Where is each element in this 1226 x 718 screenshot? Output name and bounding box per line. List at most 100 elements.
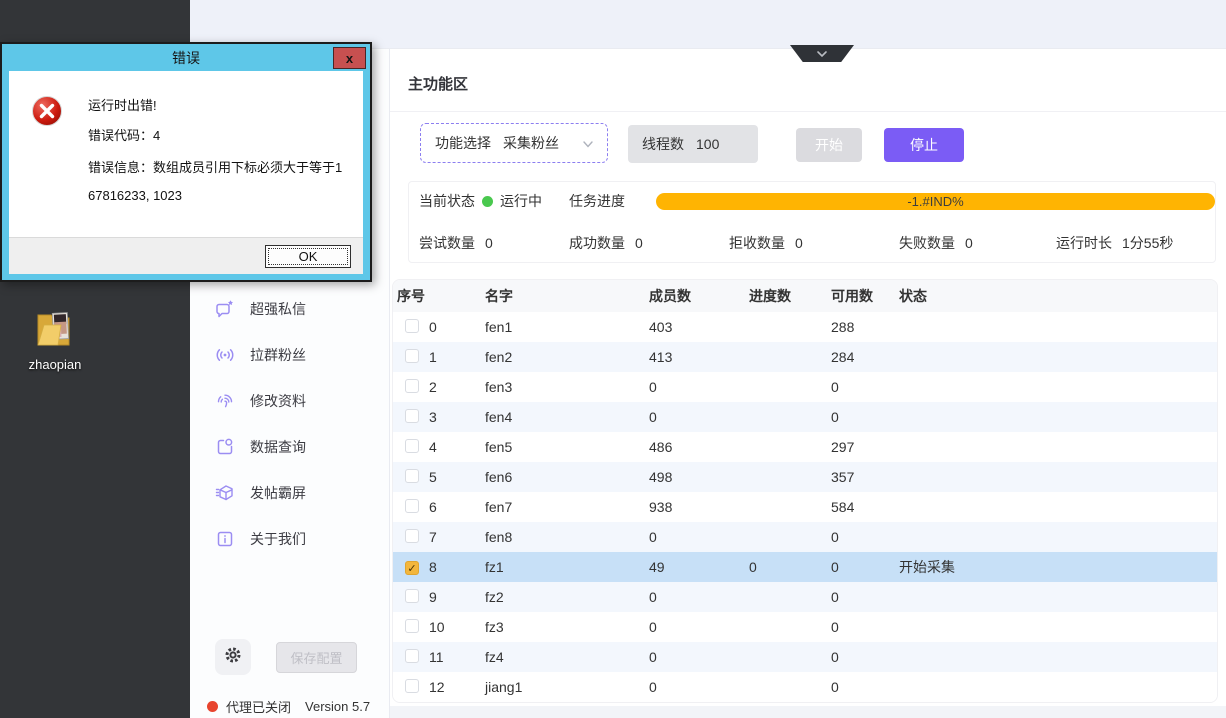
- row-checkbox[interactable]: [405, 439, 419, 453]
- count-value: 0: [635, 235, 643, 251]
- sidebar-item-edit-profile[interactable]: 修改资料: [190, 388, 390, 414]
- row-checkbox[interactable]: [405, 349, 419, 363]
- function-select-dropdown[interactable]: 功能选择 采集粉丝: [420, 123, 608, 163]
- table-row[interactable]: 2 fen3 0 0: [393, 372, 1217, 402]
- row-checkbox[interactable]: [405, 619, 419, 633]
- cell-index: 11: [429, 649, 485, 665]
- thread-count-value[interactable]: 100: [696, 136, 719, 152]
- main-panel: 主功能区 功能选择 采集粉丝 线程数 100 开始 停止 当前状态 运行中 任务…: [390, 48, 1226, 718]
- cell-available: 0: [831, 589, 899, 605]
- cell-available: 0: [831, 559, 899, 575]
- info-icon: [215, 529, 235, 549]
- table-row[interactable]: 9 fz2 0 0: [393, 582, 1217, 612]
- count-label: 成功数量: [569, 233, 625, 253]
- header-index: 序号: [397, 286, 485, 306]
- row-checkbox[interactable]: [405, 529, 419, 543]
- count-label: 运行时长: [1056, 233, 1112, 253]
- sidebar-item-private-message[interactable]: 超强私信: [190, 296, 390, 322]
- start-button[interactable]: 开始: [796, 128, 862, 162]
- sidebar-item-label: 超强私信: [250, 299, 306, 319]
- cell-index: 1: [429, 349, 485, 365]
- cell-members: 0: [649, 649, 749, 665]
- row-checkbox[interactable]: [405, 649, 419, 663]
- header-status: 状态: [899, 286, 1217, 306]
- cell-members: 0: [649, 529, 749, 545]
- cell-index: 0: [429, 319, 485, 335]
- row-checkbox[interactable]: [405, 589, 419, 603]
- row-checkbox[interactable]: [405, 469, 419, 483]
- dialog-title: 错误: [172, 48, 200, 68]
- table-row[interactable]: 6 fen7 938 584: [393, 492, 1217, 522]
- cell-members: 486: [649, 439, 749, 455]
- fingerprint-icon: [215, 391, 235, 411]
- cell-name: fz1: [485, 559, 649, 575]
- cell-members: 413: [649, 349, 749, 365]
- cell-available: 584: [831, 499, 899, 515]
- row-checkbox[interactable]: [405, 379, 419, 393]
- table-row[interactable]: 8 fz1 49 0 0 开始采集: [393, 552, 1217, 582]
- function-select-label: 功能选择: [435, 133, 491, 153]
- row-checkbox[interactable]: [405, 319, 419, 333]
- cell-index: 12: [429, 679, 485, 695]
- settings-button[interactable]: [215, 639, 251, 675]
- cell-name: fen5: [485, 439, 649, 455]
- desktop-folder-zhaopian[interactable]: zhaopian: [15, 308, 95, 372]
- table-row[interactable]: 7 fen8 0 0: [393, 522, 1217, 552]
- table-row[interactable]: 12 jiang1 0 0: [393, 672, 1217, 702]
- thread-count-field[interactable]: 线程数 100: [628, 125, 758, 163]
- sidebar-item-post-flood[interactable]: 发帖霸屏: [190, 480, 390, 506]
- run-duration: 运行时长 1分55秒: [1056, 234, 1173, 252]
- header-available: 可用数: [831, 286, 899, 306]
- save-config-button[interactable]: 保存配置: [276, 642, 357, 673]
- close-icon[interactable]: x: [333, 47, 366, 69]
- row-checkbox[interactable]: [405, 679, 419, 693]
- bottom-strip: [390, 706, 1226, 718]
- ok-button[interactable]: OK: [265, 245, 351, 268]
- cell-name: jiang1: [485, 679, 649, 695]
- row-checkbox[interactable]: [405, 561, 419, 575]
- sidebar-item-data-query[interactable]: 数据查询: [190, 434, 390, 460]
- cell-index: 4: [429, 439, 485, 455]
- error-message-3: 错误信息：数组成员引用下标必须大于等于1: [88, 157, 342, 176]
- count-value: 0: [795, 235, 803, 251]
- table-row[interactable]: 5 fen6 498 357: [393, 462, 1217, 492]
- cell-members: 403: [649, 319, 749, 335]
- count-label: 失败数量: [899, 233, 955, 253]
- cell-available: 0: [831, 649, 899, 665]
- header-members: 成员数: [649, 286, 749, 306]
- table-header: 序号 名字 成员数 进度数 可用数 状态: [393, 280, 1217, 312]
- profile-card-icon: [215, 437, 235, 457]
- cell-members: 938: [649, 499, 749, 515]
- dialog-footer: OK: [9, 237, 363, 274]
- table-row[interactable]: 11 fz4 0 0: [393, 642, 1217, 672]
- cell-available: 0: [831, 619, 899, 635]
- cell-index: 3: [429, 409, 485, 425]
- table-row[interactable]: 10 fz3 0 0: [393, 612, 1217, 642]
- table-row[interactable]: 0 fen1 403 288: [393, 312, 1217, 342]
- cell-index: 5: [429, 469, 485, 485]
- cell-status: 开始采集: [899, 557, 1217, 577]
- count-label: 拒收数量: [729, 233, 785, 253]
- sidebar-item-about-us[interactable]: 关于我们: [190, 526, 390, 552]
- row-checkbox[interactable]: [405, 409, 419, 423]
- table-row[interactable]: 1 fen2 413 284: [393, 342, 1217, 372]
- version-text: Version 5.7: [305, 699, 370, 714]
- chevron-down-icon: [581, 137, 595, 154]
- stop-button[interactable]: 停止: [884, 128, 964, 162]
- sidebar-item-group-fans[interactable]: 拉群粉丝: [190, 342, 390, 368]
- cell-members: 0: [649, 379, 749, 395]
- row-checkbox[interactable]: [405, 499, 419, 513]
- proxy-status-line: 代理已关闭 Version 5.7: [207, 697, 370, 716]
- cell-index: 9: [429, 589, 485, 605]
- cell-name: fen2: [485, 349, 649, 365]
- table-row[interactable]: 4 fen5 486 297: [393, 432, 1217, 462]
- cube-icon: [215, 483, 235, 503]
- cell-members: 0: [649, 679, 749, 695]
- count-value: 0: [485, 235, 493, 251]
- error-dialog: 错误 x 运行时出错! 错误代码：4 错误信息：数组成员引用下标必须大于等于1 …: [0, 42, 372, 282]
- count-value: 1分55秒: [1122, 233, 1173, 253]
- cell-available: 284: [831, 349, 899, 365]
- table-row[interactable]: 3 fen4 0 0: [393, 402, 1217, 432]
- cell-index: 7: [429, 529, 485, 545]
- cell-available: 0: [831, 409, 899, 425]
